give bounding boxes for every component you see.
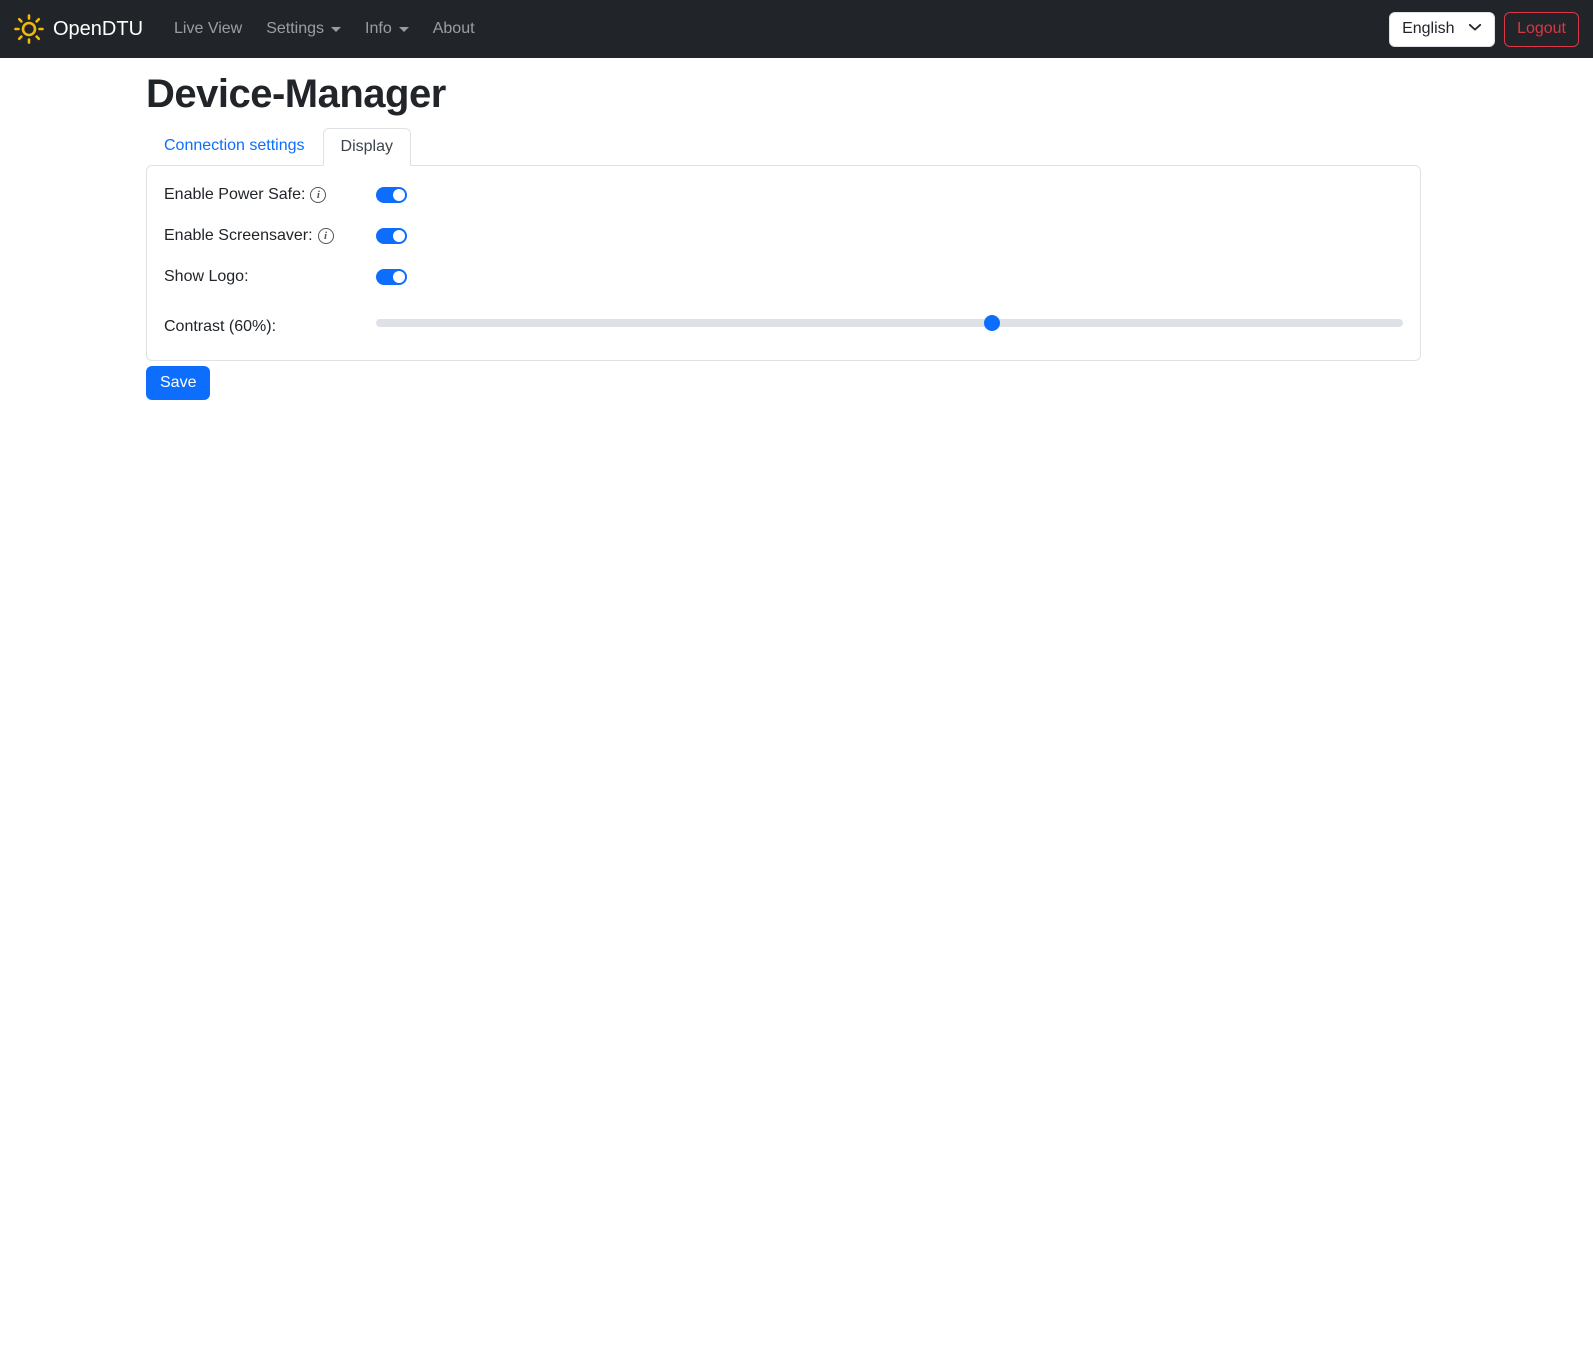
form-row-contrast: Contrast (60%):: [164, 310, 1403, 336]
chevron-down-icon: [331, 26, 342, 32]
brand-label: OpenDTU: [53, 17, 144, 40]
screensaver-toggle[interactable]: [376, 228, 407, 244]
contrast-slider-wrap: [376, 310, 1403, 331]
contrast-label: Contrast (60%):: [164, 318, 277, 335]
nav-item-info[interactable]: Info: [356, 12, 418, 46]
nav-item-label: Info: [365, 20, 392, 37]
nav-item-label: Live View: [174, 20, 243, 37]
tab-bar: Connection settings Display: [146, 127, 1421, 166]
brand[interactable]: OpenDTU: [14, 14, 143, 44]
navbar: OpenDTU Live View Settings Info About En…: [0, 0, 1593, 58]
navbar-right: English Logout: [1389, 11, 1579, 47]
form-row-screensaver: Enable Screensaver: i: [164, 224, 1403, 248]
form-row-show-logo: Show Logo:: [164, 265, 1403, 289]
page-title: Device-Manager: [146, 72, 446, 116]
tab-connection-settings[interactable]: Connection settings: [146, 127, 323, 165]
language-selected-value: English: [1402, 20, 1455, 37]
chevron-down-icon: [1468, 20, 1482, 39]
display-settings-card: Enable Power Safe: i Enable Screensaver:…: [146, 165, 1421, 361]
logout-button[interactable]: Logout: [1504, 11, 1579, 47]
show-logo-toggle[interactable]: [376, 269, 407, 285]
tab-display[interactable]: Display: [322, 128, 411, 166]
info-icon[interactable]: i: [317, 228, 334, 244]
chevron-down-icon: [398, 26, 409, 32]
power-safe-toggle[interactable]: [376, 187, 407, 203]
nav-item-label: About: [432, 20, 475, 37]
contrast-slider-thumb[interactable]: [984, 315, 1001, 331]
save-button[interactable]: Save: [146, 366, 211, 400]
nav-links: Live View Settings Info About: [165, 12, 484, 46]
nav-item-live-view[interactable]: Live View: [165, 12, 251, 46]
screensaver-label: Enable Screensaver: i: [164, 227, 376, 245]
sun-icon: [14, 14, 44, 44]
nav-item-settings[interactable]: Settings: [257, 12, 350, 46]
language-select[interactable]: English: [1389, 11, 1496, 47]
info-icon[interactable]: i: [310, 187, 327, 203]
power-safe-label: Enable Power Safe: i: [164, 186, 376, 204]
nav-item-about[interactable]: About: [424, 12, 484, 46]
form-row-power-safe: Enable Power Safe: i: [164, 183, 1403, 207]
main-content: Device-Manager Connection settings Displ…: [146, 72, 1421, 400]
show-logo-label: Show Logo:: [164, 268, 249, 285]
nav-item-label: Settings: [266, 20, 325, 37]
contrast-slider[interactable]: [376, 315, 1403, 331]
